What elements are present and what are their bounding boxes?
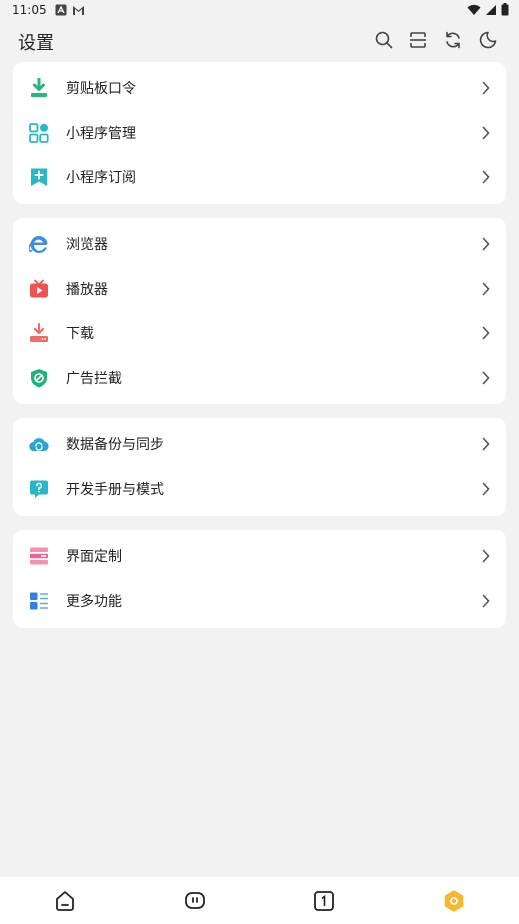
wifi-icon [467,4,481,15]
battery-icon [501,3,509,16]
row-ui-customize[interactable]: 界面定制 [13,534,506,579]
row-more-features[interactable]: 更多功能 [13,579,506,624]
page-title: 设置 [18,33,54,54]
chevron-right-icon [482,549,490,563]
bottom-nav [0,877,519,924]
row-mini-program-manage[interactable]: 小程序管理 [13,111,506,156]
row-label: 开发手册与模式 [66,481,164,498]
row-label: 小程序管理 [66,125,136,142]
chevron-right-icon [482,482,490,495]
bookmark-plus-icon [31,168,47,186]
shield-block-icon [31,368,47,387]
header: 设置 [0,22,519,60]
row-label: 广告拦截 [66,370,122,387]
notification-a-icon [55,4,67,16]
browser-e-icon [29,235,48,253]
status-time: 11:05 [12,3,47,17]
chevron-right-icon [482,126,490,139]
status-bar: 11:05 [0,0,519,22]
tv-play-icon [30,279,48,297]
chevron-right-icon [482,437,490,451]
row-browser[interactable]: 浏览器 [13,222,506,267]
tab-mini-program-icon[interactable] [183,889,207,913]
row-clipboard-command[interactable]: 剪贴板口令 [13,66,506,111]
chevron-right-icon [482,371,490,384]
tab-home-icon[interactable] [53,889,77,913]
settings-group-4: 界面定制 更多功能 [13,530,506,628]
scan-icon[interactable] [408,30,428,50]
row-label: 播放器 [66,281,108,298]
layout-icon [30,547,48,565]
row-dev-manual-mode[interactable]: 开发手册与模式 [13,467,506,512]
chevron-right-icon [482,170,490,184]
refresh-icon[interactable] [443,30,463,50]
chevron-right-icon [482,594,490,607]
help-bubble-icon [30,480,48,498]
settings-group-3: 数据备份与同步 开发手册与模式 [13,418,506,516]
list-more-icon [30,592,48,609]
row-label: 数据备份与同步 [66,437,164,454]
cloud-sync-icon [29,438,49,452]
search-icon[interactable] [374,30,394,50]
row-label: 下载 [66,326,94,343]
row-label: 界面定制 [66,549,122,566]
row-backup-sync[interactable]: 数据备份与同步 [13,422,506,467]
row-label: 浏览器 [66,237,108,254]
gmail-icon [73,6,84,15]
chevron-right-icon [482,237,490,251]
settings-group-2: 浏览器 播放器 下载 广告拦截 [13,218,506,404]
chevron-right-icon [482,326,490,340]
grid-apps-icon [29,122,49,143]
night-mode-icon[interactable] [478,30,498,50]
row-ad-block[interactable]: 广告拦截 [13,356,506,401]
tab-settings-icon[interactable] [442,889,466,913]
tab-windows-icon[interactable] [312,889,336,913]
status-right-icons [467,3,509,16]
row-player[interactable]: 播放器 [13,267,506,312]
chevron-right-icon [482,81,490,95]
row-download[interactable]: 下载 [13,311,506,356]
download-icon [30,323,48,342]
row-label: 更多功能 [66,593,122,610]
row-label: 小程序订阅 [66,170,136,187]
row-label: 剪贴板口令 [66,81,136,98]
clipboard-download-icon [31,78,47,97]
settings-group-1: 剪贴板口令 小程序管理 小程序订阅 [13,62,506,204]
signal-icon [486,4,496,15]
chevron-right-icon [482,282,490,295]
row-mini-program-subscribe[interactable]: 小程序订阅 [13,155,506,200]
